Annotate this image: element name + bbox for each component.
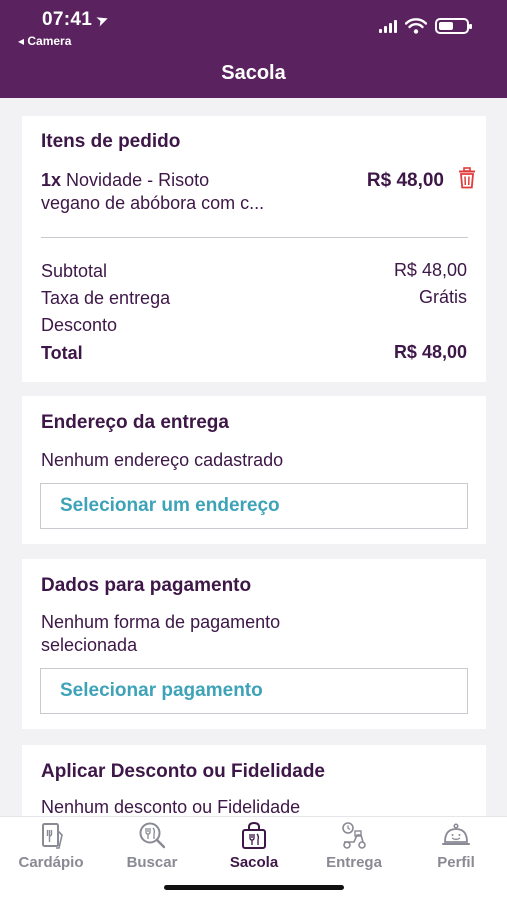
- divider: [41, 237, 468, 238]
- nav-label: Buscar: [126, 854, 178, 871]
- payment-card: Dados para pagamento Nenhum forma de pag…: [22, 559, 486, 729]
- bag-icon: [242, 821, 266, 849]
- nav-label: Entrega: [326, 854, 382, 871]
- status-time: 07:41 ➤: [42, 9, 112, 31]
- subtotal-value: R$ 48,00: [393, 260, 467, 280]
- payment-title: Dados para pagamento: [41, 575, 252, 596]
- total-label: Total: [41, 343, 83, 363]
- no-payment-text-line1: Nenhum forma de pagamento: [41, 612, 281, 632]
- order-item-line1: 1x Novidade - Risoto: [41, 169, 209, 192]
- cellular-signal-icon: [379, 19, 397, 33]
- order-item-name-line1: Novidade - Risoto: [66, 170, 210, 190]
- delivery-address-title: Endereço da entrega: [41, 412, 229, 433]
- discount-label: Desconto: [41, 315, 118, 335]
- delivery-fee-value: Grátis: [418, 287, 467, 307]
- status-time-text: 07:41: [42, 9, 93, 30]
- total-value: R$ 48,00: [393, 342, 467, 362]
- delivery-address-card: Endereço da entrega Nenhum endereço cada…: [22, 396, 486, 544]
- select-address-button[interactable]: Selecionar um endereço: [40, 483, 468, 529]
- search-food-icon: [139, 822, 166, 849]
- nav-item-entrega[interactable]: Entrega: [309, 821, 399, 871]
- nav-item-cardapio[interactable]: Cardápio: [6, 821, 96, 871]
- profile-cloche-icon: [442, 823, 470, 845]
- no-payment-text-line2: selecionada: [41, 635, 138, 655]
- select-payment-button[interactable]: Selecionar pagamento: [40, 668, 468, 714]
- no-address-text: Nenhum endereço cadastrado: [41, 450, 284, 470]
- delivery-scooter-icon: [342, 822, 366, 849]
- nav-item-perfil[interactable]: Perfil: [411, 821, 501, 871]
- top-bar: 07:41 ➤ ◂ Camera Sacola: [0, 0, 507, 98]
- discount-title: Aplicar Desconto ou Fidelidade: [41, 761, 325, 782]
- nav-item-sacola[interactable]: Sacola: [209, 821, 299, 871]
- wifi-icon: [405, 18, 427, 34]
- back-to-camera-link[interactable]: ◂ Camera: [18, 34, 71, 48]
- order-item-qty: 1x: [41, 170, 62, 190]
- nav-label: Cardápio: [18, 854, 84, 871]
- menu-book-icon: [42, 823, 63, 849]
- battery-icon: [435, 18, 472, 34]
- order-items-title: Itens de pedido: [41, 131, 181, 152]
- page-title: Sacola: [221, 62, 286, 84]
- order-item-price: R$ 48,00: [366, 170, 444, 191]
- subtotal-label: Subtotal: [41, 261, 108, 281]
- status-icons: [379, 18, 472, 34]
- location-arrow-icon: ➤: [93, 10, 112, 31]
- nav-label: Perfil: [437, 854, 475, 871]
- trash-icon[interactable]: [457, 167, 477, 189]
- order-item-name-line2: vegano de abóbora com c...: [41, 193, 265, 213]
- nav-label: Sacola: [229, 854, 279, 871]
- order-items-card: Itens de pedido 1x Novidade - Risoto veg…: [22, 116, 486, 382]
- delivery-fee-label: Taxa de entrega: [41, 288, 171, 308]
- home-indicator[interactable]: [164, 885, 344, 890]
- nav-item-buscar[interactable]: Buscar: [107, 821, 197, 871]
